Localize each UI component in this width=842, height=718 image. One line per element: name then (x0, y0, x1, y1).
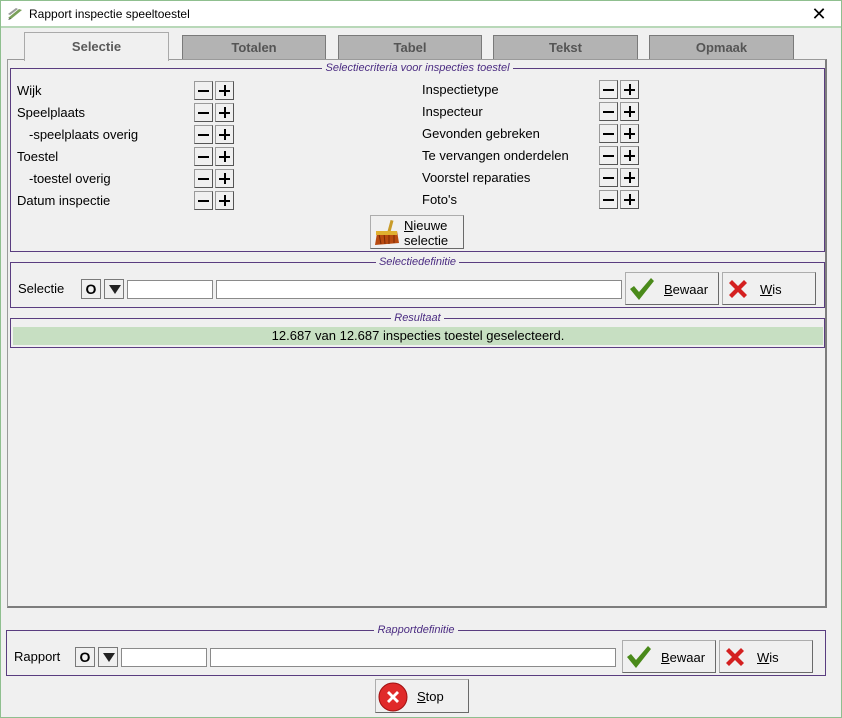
criterion-label: Inspectietype (422, 82, 499, 97)
checkmark-icon (627, 646, 651, 668)
add-criterion-button[interactable] (215, 191, 234, 210)
add-criterion-button[interactable] (215, 169, 234, 188)
pen-icon (8, 8, 22, 20)
add-criterion-button[interactable] (620, 80, 639, 99)
report-definition-group: Rapportdefinitie Rapport O Bewaar Wis (6, 624, 826, 676)
criterion-label: Toestel (17, 149, 59, 164)
criteria-group-title: Selectiecriteria voor inspecties toestel (322, 62, 513, 74)
save-hotkey: B (664, 282, 673, 297)
add-criterion-button[interactable] (215, 147, 234, 166)
report-clear-label: is (769, 650, 779, 665)
remove-criterion-button[interactable] (194, 125, 213, 144)
add-criterion-button[interactable] (215, 125, 234, 144)
criterion-label: Speelplaats (17, 105, 85, 120)
selection-code-input[interactable] (127, 280, 213, 299)
remove-criterion-button[interactable] (599, 168, 618, 187)
add-criterion-button[interactable] (620, 168, 639, 187)
criterion-label: Datum inspectie (17, 193, 111, 208)
clear-label: is (772, 282, 782, 297)
stop-button[interactable]: Stop (375, 679, 469, 713)
criterion-label: Foto's (422, 192, 457, 207)
add-criterion-button[interactable] (620, 190, 639, 209)
criterion-label: Wijk (17, 83, 42, 98)
tab-tabel[interactable]: Tabel (338, 35, 482, 60)
new-selection-button[interactable]: Nieuwe selectie (370, 215, 464, 249)
criteria-group: Selectiecriteria voor inspecties toestel… (10, 62, 825, 252)
new-selection-hotkey: N (404, 218, 414, 233)
remove-criterion-button[interactable] (194, 147, 213, 166)
tab-panel-selectie: Selectiecriteria voor inspecties toestel… (7, 59, 827, 608)
tab-tekst[interactable]: Tekst (493, 35, 638, 60)
add-criterion-button[interactable] (620, 146, 639, 165)
criterion-label: Voorstel reparaties (422, 170, 531, 185)
report-save-label: ewaar (669, 650, 706, 665)
result-status-text: 12.687 van 12.687 inspecties toestel ges… (13, 327, 823, 345)
report-dropdown-button[interactable] (98, 647, 118, 667)
result-group: Resultaat 12.687 van 12.687 inspecties t… (10, 312, 825, 348)
add-criterion-button[interactable] (215, 103, 234, 122)
remove-criterion-button[interactable] (194, 103, 213, 122)
window-title: Rapport inspectie speeltoestel (29, 7, 190, 21)
report-definition-title: Rapportdefinitie (374, 624, 458, 636)
remove-criterion-button[interactable] (599, 190, 618, 209)
cross-icon (726, 648, 744, 666)
selection-definition-group: Selectiedefinitie Selectie O Bewaar Wis (10, 256, 825, 308)
result-title: Resultaat (391, 312, 444, 324)
remove-criterion-button[interactable] (599, 146, 618, 165)
open-selection-button[interactable]: O (81, 279, 101, 299)
open-report-button[interactable]: O (75, 647, 95, 667)
window: Rapport inspectie speeltoestel ✕ Selecti… (0, 0, 842, 718)
save-selection-button[interactable]: Bewaar (625, 272, 719, 305)
new-selection-label-2: selectie (404, 233, 449, 248)
criterion-label: -toestel overig (29, 171, 111, 186)
selection-label: Selectie (18, 281, 65, 296)
report-code-input[interactable] (121, 648, 207, 667)
remove-criterion-button[interactable] (194, 169, 213, 188)
tab-selectie[interactable]: Selectie (24, 32, 169, 61)
criterion-label: Te vervangen onderdelen (422, 148, 569, 163)
report-clear-hotkey: W (757, 650, 770, 665)
broom-icon (375, 219, 399, 245)
criterion-label: Gevonden gebreken (422, 126, 540, 141)
clear-hotkey: W (760, 282, 773, 297)
clear-report-button[interactable]: Wis (719, 640, 813, 673)
clear-selection-button[interactable]: Wis (722, 272, 816, 305)
report-save-hotkey: B (661, 650, 670, 665)
tab-totalen[interactable]: Totalen (182, 35, 326, 60)
close-icon[interactable]: ✕ (797, 1, 841, 28)
add-criterion-button[interactable] (620, 102, 639, 121)
new-selection-label-1: ieuwe (413, 218, 448, 233)
remove-criterion-button[interactable] (599, 80, 618, 99)
stop-label: top (425, 689, 444, 704)
remove-criterion-button[interactable] (194, 81, 213, 100)
stop-hotkey: S (417, 689, 426, 704)
save-label: ewaar (672, 282, 709, 297)
title-bar: Rapport inspectie speeltoestel ✕ (1, 1, 841, 28)
remove-criterion-button[interactable] (194, 191, 213, 210)
save-report-button[interactable]: Bewaar (622, 640, 716, 673)
cross-icon (729, 280, 747, 298)
selection-dropdown-button[interactable] (104, 279, 124, 299)
checkmark-icon (630, 278, 654, 300)
selection-name-input[interactable] (216, 280, 622, 299)
report-name-input[interactable] (210, 648, 616, 667)
selection-definition-title: Selectiedefinitie (375, 256, 460, 268)
add-criterion-button[interactable] (620, 124, 639, 143)
remove-criterion-button[interactable] (599, 102, 618, 121)
criterion-label: Inspecteur (422, 104, 483, 119)
criterion-label: -speelplaats overig (29, 127, 139, 142)
tab-opmaak[interactable]: Opmaak (649, 35, 794, 60)
report-label: Rapport (14, 649, 61, 664)
remove-criterion-button[interactable] (599, 124, 618, 143)
add-criterion-button[interactable] (215, 81, 234, 100)
stop-icon (378, 682, 408, 712)
